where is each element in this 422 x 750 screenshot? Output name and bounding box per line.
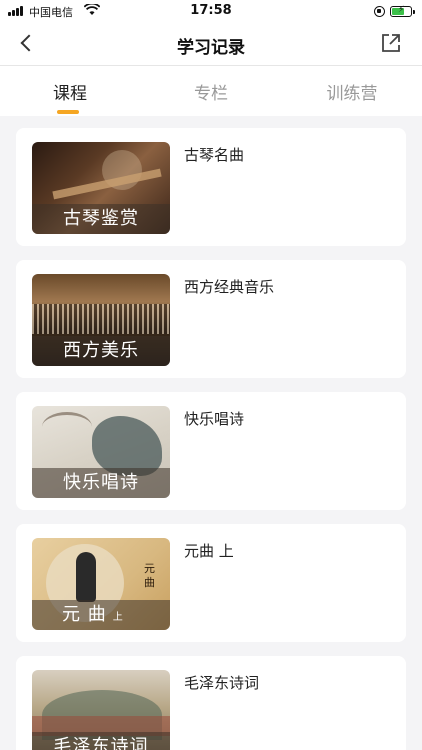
thumbnail-label: 元 曲上 <box>32 600 170 630</box>
thumbnail-vertical-text: 元曲 <box>144 562 155 589</box>
status-bar: 中国电信 17:58 ⚡ <box>0 0 422 22</box>
course-thumbnail: 西方美乐 <box>32 274 170 366</box>
thumbnail-label: 西方美乐 <box>32 336 170 366</box>
tab-courses[interactable]: 课程 <box>0 79 140 104</box>
share-button[interactable] <box>380 32 404 56</box>
course-thumbnail: 毛泽东诗词 <box>32 670 170 750</box>
course-thumbnail: 古琴鉴赏 <box>32 142 170 234</box>
nav-bar: 学习记录 <box>0 22 422 66</box>
tab-bar: 课程 专栏 训练营 <box>0 66 422 116</box>
battery-icon: ⚡ <box>390 5 415 17</box>
orientation-lock-icon <box>374 6 385 17</box>
thumbnail-label: 毛泽东诗词 <box>32 732 170 750</box>
course-card[interactable]: 西方美乐 西方经典音乐 <box>16 260 406 378</box>
thumbnail-label: 快乐唱诗 <box>32 468 170 498</box>
course-title: 毛泽东诗词 <box>184 674 260 692</box>
course-title: 古琴名曲 <box>184 146 245 164</box>
course-card[interactable]: 毛泽东诗词 毛泽东诗词 <box>16 656 406 750</box>
tab-indicator <box>57 110 79 114</box>
course-card[interactable]: 元曲 元 曲上 元曲 上 <box>16 524 406 642</box>
course-title: 快乐唱诗 <box>184 410 245 428</box>
course-thumbnail: 元曲 元 曲上 <box>32 538 170 630</box>
thumbnail-label: 古琴鉴赏 <box>32 204 170 234</box>
tab-columns[interactable]: 专栏 <box>141 79 281 104</box>
page-title: 学习记录 <box>177 38 245 58</box>
course-card[interactable]: 古琴鉴赏 古琴名曲 <box>16 128 406 246</box>
course-title: 西方经典音乐 <box>184 278 275 296</box>
share-icon <box>382 34 400 52</box>
course-card[interactable]: 快乐唱诗 快乐唱诗 <box>16 392 406 510</box>
course-title: 元曲 上 <box>184 542 234 560</box>
course-thumbnail: 快乐唱诗 <box>32 406 170 498</box>
tab-training-camp[interactable]: 训练营 <box>282 79 422 104</box>
status-time: 17:58 <box>190 3 232 18</box>
